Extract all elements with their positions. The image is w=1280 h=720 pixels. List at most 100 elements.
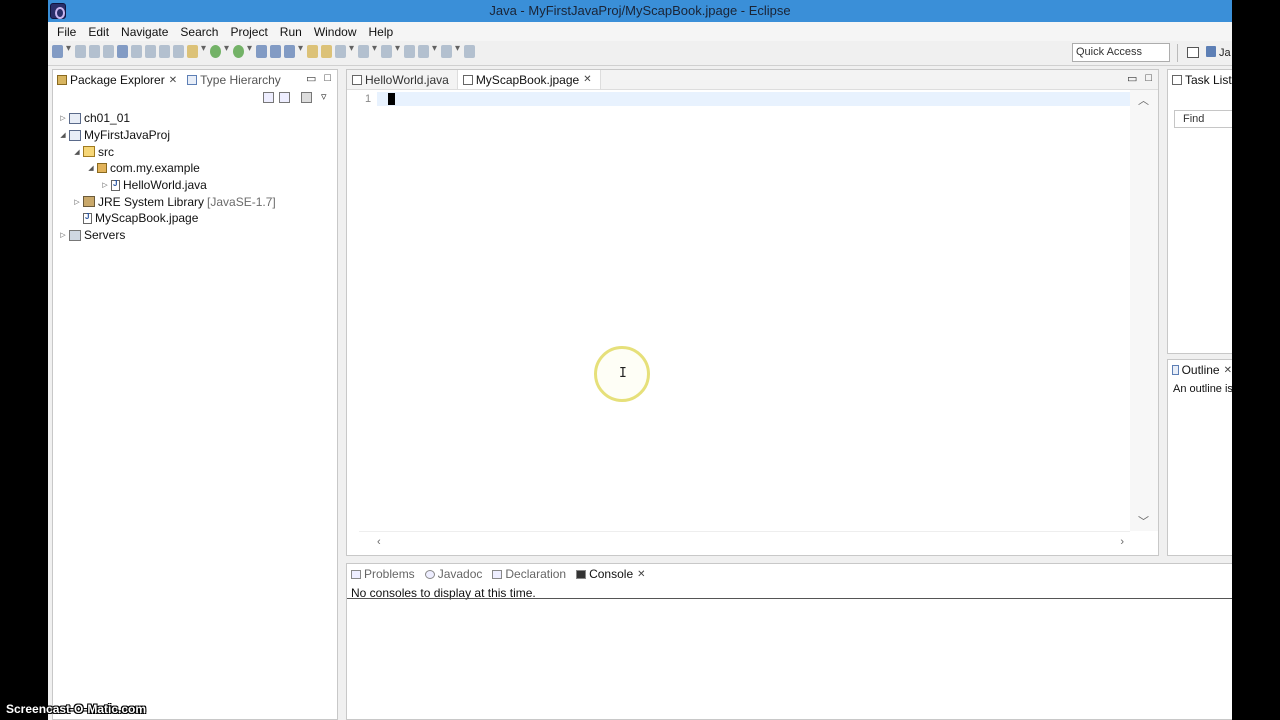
code-editor[interactable]: 1 xyxy=(359,90,1130,531)
package-icon xyxy=(97,163,107,174)
external-tools-dropdown-icon[interactable] xyxy=(247,43,253,58)
close-icon[interactable]: ✕ xyxy=(169,75,177,86)
link-with-editor-icon[interactable] xyxy=(279,92,290,103)
tab-helloworld-java[interactable]: HelloWorld.java xyxy=(347,70,458,89)
tree-item-com-my-example[interactable]: ◢ com.my.example xyxy=(53,160,337,177)
menu-run[interactable]: Run xyxy=(274,25,308,39)
debug-icon[interactable] xyxy=(187,45,198,58)
tree-item-myscapbook-jpage[interactable]: MyScapBook.jpage xyxy=(53,210,337,227)
new-java-package-icon[interactable] xyxy=(270,45,281,58)
quick-access-input[interactable]: Quick Access xyxy=(1072,43,1170,62)
tab-declaration[interactable]: Declaration xyxy=(488,567,572,581)
tree-item-jre-system-library[interactable]: ▷ JRE System Library [JavaSE-1.7] xyxy=(53,193,337,210)
toggle-mark-occurrences-icon[interactable] xyxy=(117,45,128,58)
vertical-scrollbar[interactable]: ︿ ﹀ xyxy=(1130,90,1158,531)
menu-window[interactable]: Window xyxy=(308,25,363,39)
tree-item-myfirstjavaproj[interactable]: ◢ MyFirstJavaProj xyxy=(53,127,337,144)
new-java-class-icon[interactable] xyxy=(284,45,295,58)
run-dropdown-icon[interactable] xyxy=(224,43,230,58)
task-find-input[interactable]: Find xyxy=(1174,110,1232,128)
pin-editor-icon[interactable] xyxy=(464,45,475,58)
menu-search[interactable]: Search xyxy=(174,25,224,39)
next-annotation-dropdown-icon[interactable] xyxy=(372,43,378,58)
menu-file[interactable]: File xyxy=(51,25,82,39)
scroll-left-icon[interactable]: ‹ xyxy=(377,536,381,548)
scroll-down-icon[interactable]: ﹀ xyxy=(1138,513,1149,529)
outline-view: Outline ✕ An outline is xyxy=(1167,359,1232,556)
back-icon[interactable] xyxy=(418,45,429,58)
menu-navigate[interactable]: Navigate xyxy=(115,25,174,39)
close-icon[interactable]: ✕ xyxy=(583,74,591,85)
tab-outline[interactable]: Outline ✕ xyxy=(1168,360,1232,380)
new-icon[interactable] xyxy=(52,45,63,58)
current-line-highlight xyxy=(377,92,1130,106)
tree-item-ch01-01[interactable]: ▷ ch01_01 xyxy=(53,110,337,127)
window-title: Java - MyFirstJavaProj/MyScapBook.jpage … xyxy=(489,3,791,18)
expand-icon[interactable]: ▷ xyxy=(71,198,83,206)
collapse-icon[interactable]: ◢ xyxy=(57,131,69,139)
forward-icon[interactable] xyxy=(441,45,452,58)
tree-item-src[interactable]: ◢ src xyxy=(53,143,337,160)
new-class-dropdown-icon[interactable] xyxy=(298,43,304,58)
tab-type-hierarchy[interactable]: Type Hierarchy xyxy=(183,70,287,90)
search-tool-icon[interactable] xyxy=(335,45,346,58)
search-dropdown-icon[interactable] xyxy=(349,43,355,58)
collapse-icon[interactable]: ◢ xyxy=(85,164,97,172)
menu-help[interactable]: Help xyxy=(363,25,400,39)
tab-javadoc[interactable]: Javadoc xyxy=(421,567,489,581)
open-task-icon[interactable] xyxy=(321,45,332,58)
block-selection-icon[interactable] xyxy=(159,45,170,58)
java-file-icon xyxy=(111,179,120,191)
print-icon[interactable] xyxy=(103,45,114,58)
open-type-icon[interactable] xyxy=(307,45,318,58)
skip-breakpoints-icon[interactable] xyxy=(173,45,184,58)
letterbox-left xyxy=(0,0,48,720)
expand-icon[interactable]: ▷ xyxy=(99,181,111,189)
collapse-icon[interactable]: ◢ xyxy=(71,148,83,156)
close-icon[interactable]: ✕ xyxy=(1224,365,1232,376)
view-menu-icon[interactable]: ▿ xyxy=(321,90,327,103)
search-icon[interactable] xyxy=(131,45,142,58)
close-icon[interactable]: ✕ xyxy=(637,569,645,580)
tab-console[interactable]: Console ✕ xyxy=(572,567,651,581)
new-dropdown-icon[interactable] xyxy=(66,43,72,58)
tab-package-explorer[interactable]: Package Explorer ✕ xyxy=(53,70,183,90)
previous-annotation-icon[interactable] xyxy=(381,45,392,58)
menu-project[interactable]: Project xyxy=(224,25,273,39)
expand-icon[interactable]: ▷ xyxy=(57,114,69,122)
open-perspective-icon[interactable] xyxy=(1187,47,1199,58)
java-file-icon xyxy=(352,74,362,85)
tab-myscapbook-jpage[interactable]: MyScapBook.jpage ✕ xyxy=(457,70,601,89)
debug-dropdown-icon[interactable] xyxy=(201,43,207,58)
next-annotation-icon[interactable] xyxy=(358,45,369,58)
menu-edit[interactable]: Edit xyxy=(82,25,115,39)
tree-item-label: MyFirstJavaProj xyxy=(84,128,171,143)
back-dropdown-icon[interactable] xyxy=(432,43,438,58)
tab-task-list[interactable]: Task List xyxy=(1168,70,1232,90)
java-perspective-button[interactable]: Ja xyxy=(1206,46,1231,59)
scroll-right-icon[interactable]: › xyxy=(1120,536,1124,548)
forward-dropdown-icon[interactable] xyxy=(455,43,461,58)
view-toolbar: ▿ xyxy=(53,90,337,107)
collapse-all-icon[interactable] xyxy=(263,92,274,103)
new-java-project-icon[interactable] xyxy=(256,45,267,58)
maximize-icon[interactable]: □ xyxy=(324,72,331,85)
scroll-up-icon[interactable]: ︿ xyxy=(1138,92,1149,108)
project-icon xyxy=(69,129,81,141)
previous-annotation-dropdown-icon[interactable] xyxy=(395,43,401,58)
show-whitespace-icon[interactable] xyxy=(145,45,156,58)
last-edit-location-icon[interactable] xyxy=(404,45,415,58)
save-icon[interactable] xyxy=(75,45,86,58)
external-tools-icon[interactable] xyxy=(233,45,244,58)
save-all-icon[interactable] xyxy=(89,45,100,58)
run-icon[interactable] xyxy=(210,45,221,58)
tree-item-servers[interactable]: ▷ Servers xyxy=(53,227,337,244)
horizontal-scrollbar[interactable]: ‹ › xyxy=(359,531,1130,555)
tab-problems[interactable]: Problems xyxy=(347,567,421,581)
expand-icon[interactable]: ▷ xyxy=(57,231,69,239)
maximize-icon[interactable]: □ xyxy=(1145,72,1152,85)
minimize-icon[interactable]: ▭ xyxy=(1127,72,1137,85)
minimize-icon[interactable]: ▭ xyxy=(306,72,316,85)
focus-on-task-icon[interactable] xyxy=(301,92,312,103)
tree-item-helloworld-java[interactable]: ▷ HelloWorld.java xyxy=(53,177,337,194)
